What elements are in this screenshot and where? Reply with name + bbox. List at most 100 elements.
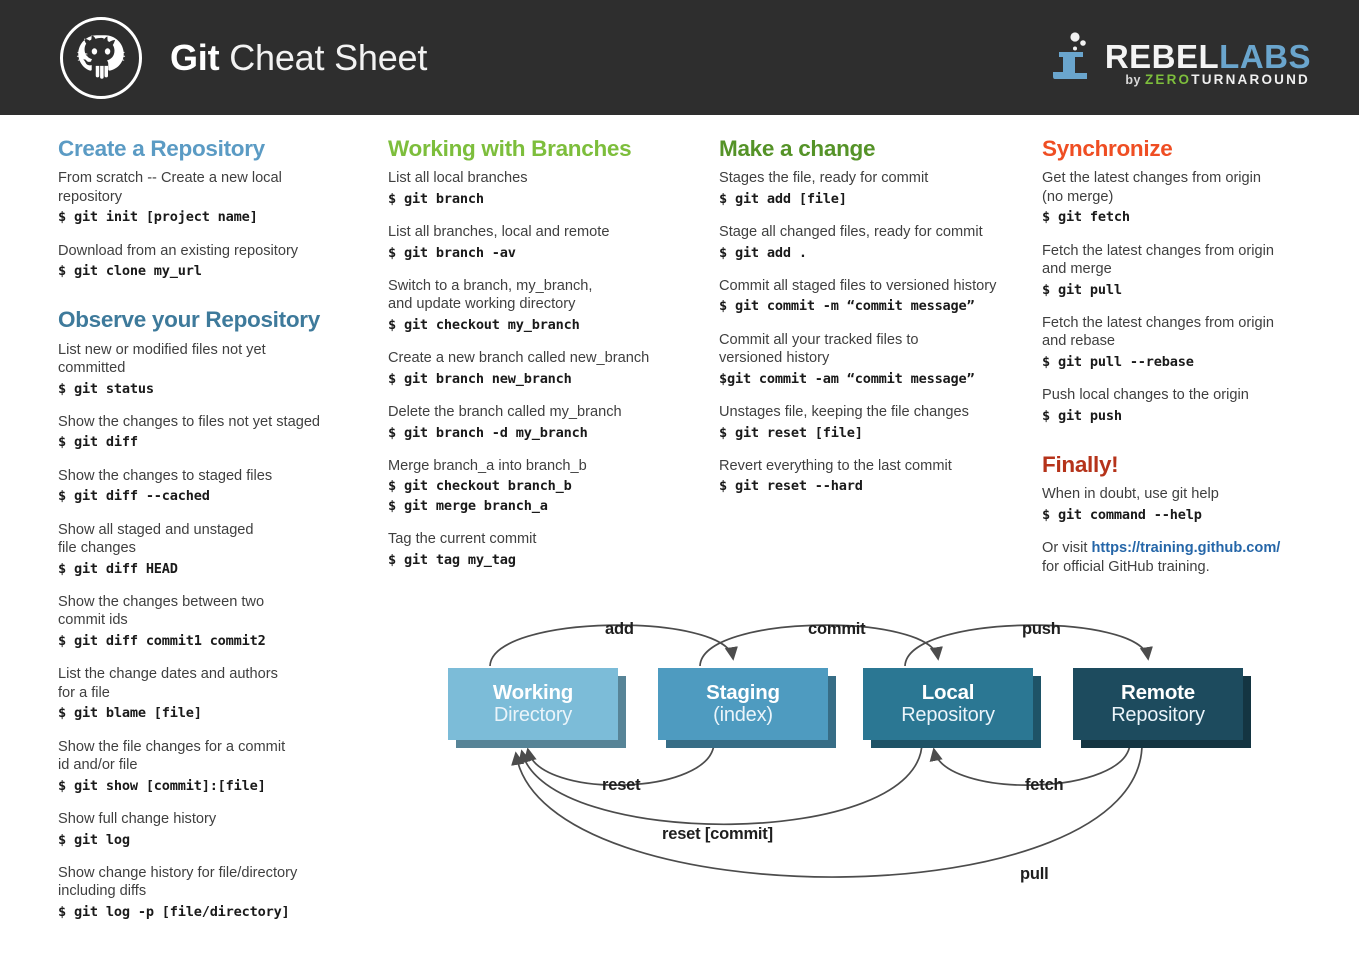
diagram-node-working: Working Directory: [448, 668, 626, 748]
git-command[interactable]: $ git branch -av: [388, 244, 706, 263]
command-entry: Show all staged and unstaged file changes…: [58, 521, 378, 579]
git-command[interactable]: $ git command --help: [1042, 506, 1342, 525]
git-command[interactable]: $ git diff --cached: [58, 487, 378, 506]
arrow-label-reset: reset: [602, 776, 641, 794]
git-command[interactable]: $ git diff commit1 commit2: [58, 632, 378, 651]
git-command[interactable]: $ git init [project name]: [58, 208, 378, 227]
diagram-node-local: Local Repository: [863, 668, 1041, 748]
command-description: Download from an existing repository: [58, 242, 299, 259]
git-command[interactable]: $ git show [commit]:[file]: [58, 777, 378, 796]
git-command[interactable]: $git commit -am “commit message”: [719, 370, 1019, 389]
command-description: Push local changes to the origin: [1042, 387, 1249, 404]
git-command[interactable]: $ git pull --rebase: [1042, 353, 1342, 372]
git-command[interactable]: $ git add [file]: [719, 190, 1019, 209]
section-heading-make-a-change: Make a change: [719, 136, 876, 161]
git-command[interactable]: $ git tag my_tag: [388, 551, 706, 570]
octocat-icon: [60, 16, 142, 99]
command-entry: Tag the current commit $ git tag my_tag: [388, 530, 706, 570]
command-description: Show the file changes for a commit id and…: [58, 738, 286, 774]
command-description: From scratch -- Create a new local reposi…: [58, 170, 282, 205]
page-title-bold: Git: [170, 36, 220, 78]
git-command[interactable]: $ git reset [file]: [719, 424, 1019, 443]
column-synchronize-finally: Synchronize Get the latest changes from o…: [1042, 136, 1342, 576]
brand-sub-zero: ZERO: [1144, 72, 1192, 88]
command-description: Show the changes between two commit ids: [58, 593, 265, 629]
git-command[interactable]: $ git merge branch_a: [388, 497, 706, 516]
header-brand-group: Git Cheat Sheet: [60, 0, 427, 115]
command-entry: From scratch -- Create a new local reposi…: [58, 169, 378, 227]
command-description: Stages the file, ready for commit: [719, 170, 929, 187]
command-entry: Revert everything to the last commit $ gi…: [719, 457, 1019, 497]
page-title: Git Cheat Sheet: [170, 36, 427, 78]
git-command[interactable]: $ git blame [file]: [58, 704, 378, 723]
git-command[interactable]: $ git pull: [1042, 281, 1342, 300]
command-entry: Show change history for file/directory in…: [58, 864, 378, 922]
command-entry: Get the latest changes from origin (no me…: [1042, 169, 1342, 227]
arrow-label-add: add: [605, 620, 634, 638]
command-description: Fetch the latest changes from origin and …: [1042, 314, 1274, 350]
rebellabs-wordmark: REBELLABS by ZEROTURNAROUND: [1104, 37, 1311, 90]
arrow-label-reset-commit: reset [commit]: [662, 825, 773, 843]
node-title: Working: [492, 681, 574, 705]
git-command[interactable]: $ git clone my_url: [58, 262, 378, 281]
section-heading-observe-your-repository: Observe your Repository: [58, 307, 320, 333]
rebellabs-logo: REBELLABS by ZEROTURNAROUND: [1045, 28, 1311, 90]
git-command[interactable]: $ git add .: [719, 244, 1019, 263]
git-command[interactable]: $ git branch -d my_branch: [388, 424, 706, 443]
flask-icon: [1045, 30, 1101, 90]
git-command[interactable]: $ git branch new_branch: [388, 370, 706, 389]
git-command[interactable]: $ git checkout my_branch: [388, 316, 706, 335]
command-description: Show change history for file/directory in…: [58, 864, 298, 900]
git-command[interactable]: $ git checkout branch_b: [388, 477, 706, 496]
node-face: Staging (index): [658, 668, 828, 740]
command-description: List all local branches: [388, 170, 528, 187]
command-description: Fetch the latest changes from origin and …: [1042, 242, 1274, 278]
git-command[interactable]: $ git diff: [58, 433, 378, 452]
command-entry: Switch to a branch, my_branch, and update…: [388, 277, 706, 335]
git-command[interactable]: $ git log -p [file/directory]: [58, 903, 378, 922]
command-entry: Commit all your tracked files to versione…: [719, 331, 1019, 389]
diagram-node-remote: Remote Repository: [1073, 668, 1251, 748]
git-command[interactable]: $ git fetch: [1042, 208, 1342, 227]
git-command[interactable]: $ git commit -m “commit message”: [719, 297, 1019, 316]
git-command[interactable]: $ git reset --hard: [719, 477, 1019, 496]
section-heading-working-with-branches: Working with Branches: [388, 136, 632, 161]
brand-sub-by: by: [1125, 73, 1145, 88]
command-entry: List all local branches $ git branch: [388, 169, 706, 209]
git-command[interactable]: $ git status: [58, 380, 378, 399]
git-command[interactable]: $ git push: [1042, 407, 1342, 426]
column-branches: Working with Branches List all local bran…: [388, 136, 706, 584]
git-command[interactable]: $ git log: [58, 831, 378, 850]
arrow-label-push: push: [1022, 620, 1061, 638]
command-entry: Fetch the latest changes from origin and …: [1042, 242, 1342, 300]
training-note: Or visit https://training.github.com/for…: [1042, 540, 1281, 575]
brand-sub-turnaround: TURNAROUND: [1191, 72, 1310, 88]
command-entry: Create a new branch called new_branch $ g…: [388, 349, 706, 389]
command-entry: Show the file changes for a commit id and…: [58, 738, 378, 796]
command-entry: Stage all changed files, ready for commi…: [719, 223, 1019, 263]
brand-name-first: REBEL: [1104, 37, 1220, 75]
command-entry: Unstages file, keeping the file changes $…: [719, 403, 1019, 443]
node-sub: Repository: [901, 703, 995, 726]
arrow-label-pull: pull: [1020, 865, 1049, 883]
git-command[interactable]: $ git branch: [388, 190, 706, 209]
brand-name-second: LABS: [1219, 37, 1311, 75]
page-header: Git Cheat Sheet REBELLABS by ZEROTURNARO…: [0, 0, 1359, 118]
git-command[interactable]: $ git diff HEAD: [58, 560, 378, 579]
command-description: List all branches, local and remote: [388, 224, 610, 241]
github-training-link[interactable]: https://training.github.com/: [1091, 540, 1280, 556]
command-description: Commit all your tracked files to versione…: [719, 331, 919, 367]
command-description: Switch to a branch, my_branch, and update…: [388, 277, 593, 313]
command-description: Show the changes to files not yet staged: [58, 413, 321, 430]
node-face: Local Repository: [863, 668, 1033, 740]
command-entry: Stages the file, ready for commit $ git a…: [719, 169, 1019, 209]
command-entry: Show full change history $ git log: [58, 810, 378, 850]
command-description: When in doubt, use git help: [1042, 486, 1219, 503]
command-description: Tag the current commit: [388, 530, 537, 547]
command-entry: List the change dates and authors for a f…: [58, 665, 378, 723]
command-entry: Show the changes to staged files $ git di…: [58, 467, 378, 507]
node-title: Local: [921, 681, 975, 705]
node-face: Remote Repository: [1073, 668, 1243, 740]
node-title: Staging: [706, 681, 780, 705]
node-sub: Repository: [1111, 703, 1205, 726]
